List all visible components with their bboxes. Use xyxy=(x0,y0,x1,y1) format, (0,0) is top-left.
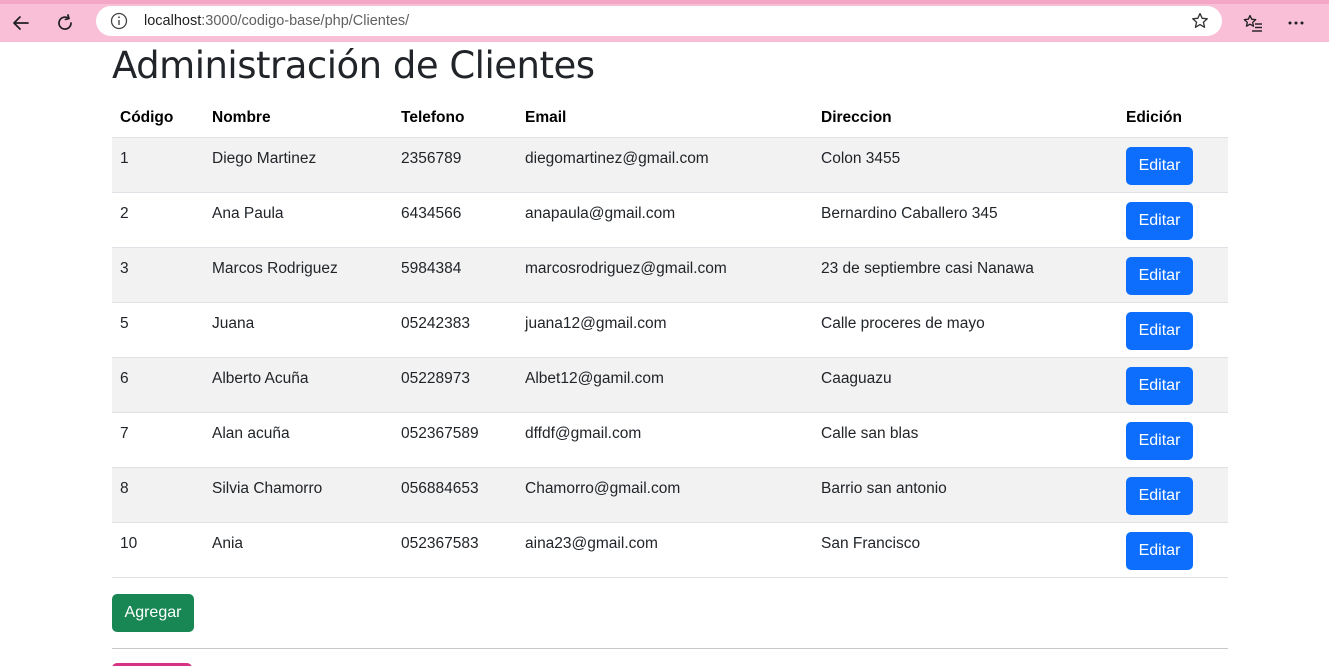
cell-direccion: Barrio san antonio xyxy=(821,480,947,497)
more-icon xyxy=(1288,21,1304,25)
cell-direccion: Caaguazu xyxy=(821,370,892,387)
address-bar[interactable]: localhost:3000/codigo-base/php/Clientes/ xyxy=(96,6,1222,36)
favorites-button[interactable] xyxy=(1236,8,1270,38)
table-row: 7 Alan acuña 052367589 dffdf@gmail.com C… xyxy=(112,413,1228,468)
cell-nombre: Silvia Chamorro xyxy=(212,480,323,497)
cell-telefono: 05228973 xyxy=(401,370,470,387)
divider xyxy=(112,648,1228,649)
cell-email: juana12@gmail.com xyxy=(525,315,667,332)
star-icon[interactable] xyxy=(1190,11,1210,31)
cell-email: aina23@gmail.com xyxy=(525,535,658,552)
cell-codigo: 7 xyxy=(120,425,129,442)
cell-direccion: 23 de septiembre casi Nanawa xyxy=(821,260,1034,277)
cell-nombre: Diego Martinez xyxy=(212,150,317,167)
table-row: 3 Marcos Rodriguez 5984384 marcosrodrigu… xyxy=(112,248,1228,303)
cell-telefono: 052367589 xyxy=(401,425,479,442)
add-client-button[interactable]: Agregar xyxy=(112,594,194,632)
edit-button[interactable]: Editar xyxy=(1126,147,1193,185)
cell-email: marcosrodriguez@gmail.com xyxy=(525,260,727,277)
cell-direccion: San Francisco xyxy=(821,535,921,552)
cell-email: diegomartinez@gmail.com xyxy=(525,150,709,167)
cell-telefono: 6434566 xyxy=(401,205,462,222)
header-codigo: Código xyxy=(120,109,174,126)
header-edicion: Edición xyxy=(1126,109,1182,126)
cell-telefono: 05242383 xyxy=(401,315,470,332)
info-icon[interactable] xyxy=(110,12,128,30)
cell-codigo: 10 xyxy=(120,535,138,552)
cell-direccion: Bernardino Caballero 345 xyxy=(821,205,998,222)
edit-button[interactable]: Editar xyxy=(1126,422,1193,460)
cell-codigo: 8 xyxy=(120,480,129,497)
header-nombre: Nombre xyxy=(212,109,271,126)
header-telefono: Telefono xyxy=(401,109,465,126)
header-email: Email xyxy=(525,109,567,126)
edit-button[interactable]: Editar xyxy=(1126,532,1193,570)
cell-nombre: Alan acuña xyxy=(212,425,290,442)
header-direccion: Direccion xyxy=(821,109,892,126)
table-row: 10 Ania 052367583 aina23@gmail.com San F… xyxy=(112,523,1228,578)
cell-telefono: 5984384 xyxy=(401,260,462,277)
cell-nombre: Ania xyxy=(212,535,244,552)
cell-nombre: Alberto Acuña xyxy=(212,370,309,387)
cell-telefono: 2356789 xyxy=(401,150,462,167)
cell-nombre: Marcos Rodriguez xyxy=(212,260,338,277)
back-arrow-icon xyxy=(13,16,29,30)
cell-email: dffdf@gmail.com xyxy=(525,425,642,442)
cell-codigo: 3 xyxy=(120,260,129,277)
table-row: 6 Alberto Acuña 05228973 Albet12@gamil.c… xyxy=(112,358,1228,413)
back-button[interactable] xyxy=(4,8,38,38)
cell-email: anapaula@gmail.com xyxy=(525,205,676,222)
cell-codigo: 5 xyxy=(120,315,129,332)
reload-icon xyxy=(58,14,72,30)
clients-table: Código Nombre Telefono Email Direccion E… xyxy=(112,97,1228,578)
url-text: localhost:3000/codigo-base/php/Clientes/ xyxy=(144,13,410,29)
cell-telefono: 052367583 xyxy=(401,535,479,552)
browser-toolbar: localhost:3000/codigo-base/php/Clientes/ xyxy=(0,0,1329,42)
table-header: Código Nombre Telefono Email Direccion E… xyxy=(112,97,1228,138)
cell-direccion: Colon 3455 xyxy=(821,150,901,167)
cell-nombre: Ana Paula xyxy=(212,205,284,222)
table-row: 5 Juana 05242383 juana12@gmail.com Calle… xyxy=(112,303,1228,358)
edit-button[interactable]: Editar xyxy=(1126,202,1193,240)
cell-codigo: 6 xyxy=(120,370,129,387)
favorites-icon xyxy=(1243,14,1262,32)
cell-direccion: Calle san blas xyxy=(821,425,919,442)
cell-codigo: 2 xyxy=(120,205,129,222)
edit-button[interactable]: Editar xyxy=(1126,257,1193,295)
cell-email: Chamorro@gmail.com xyxy=(525,480,681,497)
cell-email: Albet12@gamil.com xyxy=(525,370,664,387)
edit-button[interactable]: Editar xyxy=(1126,367,1193,405)
reload-button[interactable] xyxy=(48,8,82,38)
page-title: Administración de Clientes xyxy=(112,44,595,87)
edit-button[interactable]: Editar xyxy=(1126,477,1193,515)
table-row: 8 Silvia Chamorro 056884653 Chamorro@gma… xyxy=(112,468,1228,523)
cell-direccion: Calle proceres de mayo xyxy=(821,315,985,332)
table-row: 2 Ana Paula 6434566 anapaula@gmail.com B… xyxy=(112,193,1228,248)
cell-nombre: Juana xyxy=(212,315,255,332)
table-row: 1 Diego Martinez 2356789 diegomartinez@g… xyxy=(112,138,1228,193)
edit-button[interactable]: Editar xyxy=(1126,312,1193,350)
cell-codigo: 1 xyxy=(120,150,129,167)
more-button[interactable] xyxy=(1279,8,1313,38)
cell-telefono: 056884653 xyxy=(401,480,479,497)
